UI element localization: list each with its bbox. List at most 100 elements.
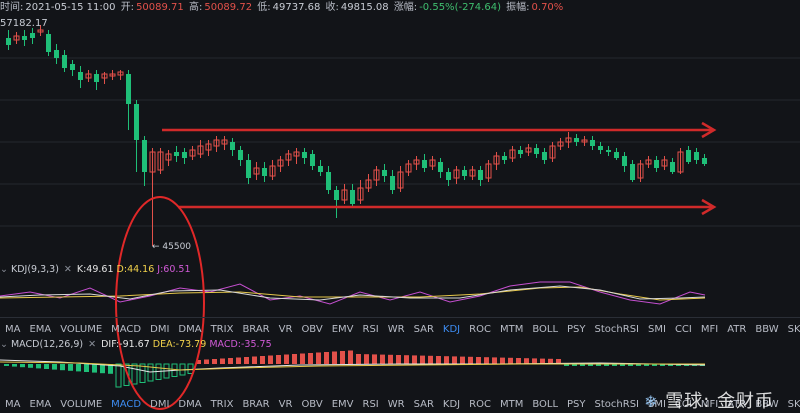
tab-kdj[interactable]: KDJ [443, 323, 460, 337]
tab-boll[interactable]: BOLL [532, 323, 558, 337]
tab-dmi[interactable]: DMI [150, 323, 169, 337]
macd-bar [115, 363, 122, 388]
tab-vr[interactable]: VR [279, 398, 293, 412]
tab-dma[interactable]: DMA [178, 323, 201, 337]
tab-volume[interactable]: VOLUME [60, 323, 102, 337]
tab-obv[interactable]: OBV [301, 398, 322, 412]
candle-body [630, 164, 635, 180]
tab-rsi[interactable]: RSI [363, 398, 379, 412]
macd-bar [52, 364, 57, 370]
tab-vr[interactable]: VR [279, 323, 293, 337]
tab-volume[interactable]: VOLUME [60, 398, 102, 412]
macd-bar [436, 356, 441, 364]
tab-smi[interactable]: SMI [648, 323, 666, 337]
change-label: 涨幅: [393, 2, 418, 13]
tab-stochrsi[interactable]: StochRSI [595, 323, 639, 337]
tab-roc[interactable]: ROC [469, 398, 491, 412]
tab-ma[interactable]: MA [5, 398, 20, 412]
candle-body [46, 34, 51, 52]
candle-body [534, 148, 539, 154]
macd-bar [212, 359, 217, 364]
tab-mtm[interactable]: MTM [500, 398, 523, 412]
candle-body [574, 138, 579, 142]
chevron-down-icon[interactable]: ⌄ [0, 264, 8, 275]
chevron-down-icon[interactable]: ⌄ [0, 339, 8, 350]
candle-body [6, 38, 11, 45]
tab-emv[interactable]: EMV [332, 323, 354, 337]
candle-body [614, 152, 619, 158]
candle-body [310, 154, 315, 166]
candle-body [598, 146, 603, 150]
tab-emv[interactable]: EMV [332, 398, 354, 412]
tab-atr[interactable]: ATR [727, 323, 746, 337]
tab-brar[interactable]: BRAR [242, 323, 269, 337]
candle-body [462, 170, 467, 176]
candle-body [246, 160, 251, 178]
tab-stochrsi[interactable]: StochRSI [595, 398, 639, 412]
tab-rsi[interactable]: RSI [363, 323, 379, 337]
tab-roc[interactable]: ROC [469, 323, 491, 337]
macd-bar [12, 364, 17, 367]
high-value: 50089.72 [204, 2, 253, 13]
tab-skdj[interactable]: SKDJ [788, 398, 800, 412]
candle-body [134, 104, 139, 140]
kdj-d-value: D:44.16 [116, 264, 155, 275]
macd-bar [500, 357, 505, 364]
tab-skdj[interactable]: SKDJ [788, 323, 800, 337]
watermark-text: 雪球: 金财币 [665, 391, 774, 412]
macd-bar [292, 354, 297, 364]
kdj-name[interactable]: KDJ(9,3,3) [11, 264, 59, 275]
close-label: 收: [325, 2, 339, 13]
kdj-k-line [0, 285, 706, 301]
macd-bar [268, 355, 273, 364]
macd-bar [36, 364, 41, 369]
tab-psy[interactable]: PSY [567, 398, 586, 412]
close-icon[interactable]: ✕ [64, 264, 72, 275]
grid-lines [0, 57, 800, 227]
open-value: 50089.71 [136, 2, 184, 13]
tab-wr[interactable]: WR [388, 323, 405, 337]
tab-sar[interactable]: SAR [414, 323, 434, 337]
candle-body [318, 166, 323, 172]
tab-ma[interactable]: MA [5, 323, 20, 337]
tab-bbw[interactable]: BBW [755, 323, 778, 337]
macd-bar [236, 357, 241, 364]
tab-obv[interactable]: OBV [301, 323, 322, 337]
tab-brar[interactable]: BRAR [242, 398, 269, 412]
macd-bar [324, 352, 329, 364]
macd-name[interactable]: MACD(12,26,9) [11, 339, 83, 350]
tab-sar[interactable]: SAR [414, 398, 434, 412]
macd-bar [76, 364, 81, 372]
low-label: 低: [257, 2, 271, 13]
tab-psy[interactable]: PSY [567, 323, 586, 337]
tab-macd[interactable]: MACD [111, 398, 141, 412]
tab-wr[interactable]: WR [388, 398, 405, 412]
tab-boll[interactable]: BOLL [532, 398, 558, 412]
candle-body [686, 150, 691, 162]
candle-body [334, 190, 339, 200]
close-icon[interactable]: ✕ [88, 339, 96, 350]
tab-macd[interactable]: MACD [111, 323, 141, 337]
candle-body [174, 152, 179, 156]
tab-cci[interactable]: CCI [675, 323, 692, 337]
tab-trix[interactable]: TRIX [211, 323, 234, 337]
kdj-k-value: K:49.61 [76, 264, 114, 275]
macd-bar [444, 356, 449, 364]
candle-body [262, 168, 267, 176]
tab-ema[interactable]: EMA [29, 398, 51, 412]
change-value: -0.55%(-274.64) [419, 2, 501, 13]
macd-bar [524, 358, 529, 364]
candle-body [502, 156, 507, 160]
kdj-lines [0, 281, 706, 305]
macd-dea-value: DEA:-73.79 [152, 339, 207, 350]
tab-dma[interactable]: DMA [178, 398, 201, 412]
macd-bar [284, 354, 289, 364]
tab-mtm[interactable]: MTM [500, 323, 523, 337]
macd-bar [300, 353, 305, 364]
tab-mfi[interactable]: MFI [701, 323, 718, 337]
tab-ema[interactable]: EMA [29, 323, 51, 337]
macd-bar [4, 364, 9, 366]
tab-trix[interactable]: TRIX [211, 398, 234, 412]
tab-dmi[interactable]: DMI [150, 398, 169, 412]
tab-kdj[interactable]: KDJ [443, 398, 460, 412]
